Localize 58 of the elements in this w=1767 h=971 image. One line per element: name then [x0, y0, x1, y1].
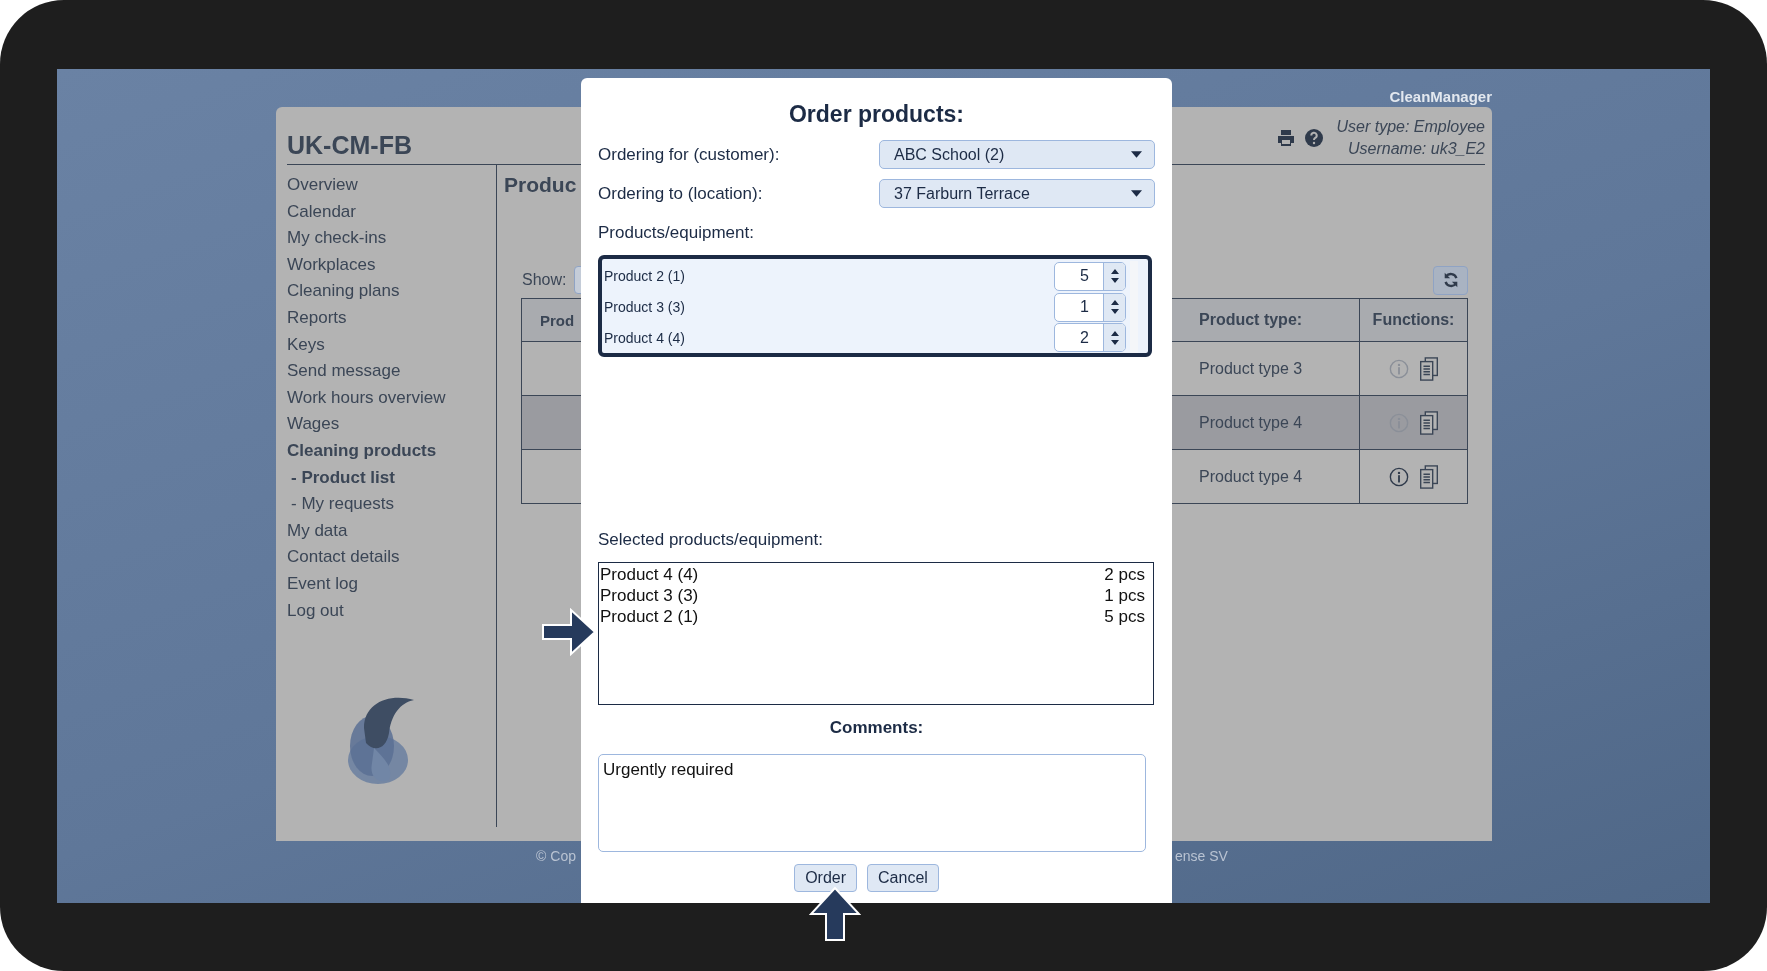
selected-product: Product 2 (1) — [600, 606, 699, 627]
sidebar-item[interactable]: Cleaning plans — [287, 278, 400, 305]
documents-icon[interactable] — [1418, 410, 1439, 435]
section-label: Selected products/equipment: — [598, 530, 823, 550]
sidebar-item[interactable]: Contact details — [287, 544, 400, 571]
scrollbar[interactable] — [1130, 261, 1138, 353]
documents-icon[interactable] — [1418, 356, 1439, 381]
user-type: User type: Employee — [1336, 117, 1485, 137]
selected-product: Product 3 (3) — [600, 585, 699, 606]
section-label: Products/equipment: — [598, 223, 754, 243]
comments-label: Comments: — [829, 718, 924, 738]
sidebar-item[interactable]: My check-ins — [287, 225, 387, 252]
sidebar-subitem[interactable]: - Product list — [287, 464, 395, 492]
selected-quantity: 5 pcs — [1104, 606, 1145, 627]
sidebar-item[interactable]: Keys — [287, 331, 325, 359]
sidebar-item[interactable]: Work hours overview — [287, 384, 446, 412]
caret-icon — [1131, 190, 1142, 197]
table-cell: Product type 4 — [1199, 413, 1303, 432]
field-label: Ordering to (location): — [598, 183, 763, 204]
selected-quantity: 1 pcs — [1104, 585, 1145, 606]
sidebar-item[interactable]: Calendar — [287, 198, 356, 226]
license-text: ense SV — [1175, 848, 1228, 864]
help-icon[interactable] — [1304, 128, 1325, 148]
dropdown-field[interactable]: 37 Farburn Terrace — [879, 179, 1155, 208]
product-name: Product 3 (3) — [604, 299, 685, 315]
cancel-button[interactable]: Cancel — [867, 864, 939, 892]
selected-quantity: 2 pcs — [1104, 564, 1145, 585]
table-cell: Product type 4 — [1199, 467, 1303, 486]
sidebar-item[interactable]: Cleaning products — [287, 437, 437, 465]
show-label: Show: — [522, 271, 567, 289]
brand-name: CleanManager — [1389, 88, 1492, 105]
sidebar-item[interactable]: Reports — [287, 304, 347, 332]
sidebar-item[interactable]: Workplaces — [287, 251, 376, 279]
refresh-button[interactable] — [1433, 265, 1468, 295]
app-title: UK-CM-FB — [287, 131, 412, 160]
table-cell: Product type 3 — [1199, 359, 1303, 378]
username: Username: uk3_E2 — [1348, 139, 1485, 159]
order-button[interactable]: Order — [794, 864, 858, 892]
copyright-text: © Cop — [536, 848, 576, 864]
dropdown-field[interactable]: ABC School (2) — [879, 140, 1155, 169]
product-name: Product 4 (4) — [604, 329, 685, 346]
field-label: Ordering for (customer): — [598, 144, 780, 165]
sidebar-item[interactable]: Event log — [287, 570, 358, 598]
documents-icon[interactable] — [1418, 464, 1439, 489]
print-icon[interactable] — [1276, 128, 1297, 148]
comments-field[interactable]: Urgently required — [598, 754, 1146, 852]
sidebar-item[interactable]: Log out — [287, 597, 344, 625]
page-heading: Produc — [504, 172, 577, 198]
sidebar-item[interactable]: Send message — [287, 358, 401, 385]
column-header: Prod — [539, 310, 576, 331]
sidebar-item[interactable]: Wages — [287, 411, 340, 438]
sidebar-item[interactable]: My data — [287, 517, 348, 545]
dialog-title: Order products: — [788, 100, 965, 128]
sidebar-item[interactable]: Overview — [287, 172, 358, 199]
selected-product: Product 4 (4) — [600, 564, 699, 585]
product-name: Product 2 (1) — [604, 268, 685, 285]
sidebar-subitem[interactable]: - My requests — [287, 491, 394, 518]
caret-icon — [1131, 151, 1142, 158]
